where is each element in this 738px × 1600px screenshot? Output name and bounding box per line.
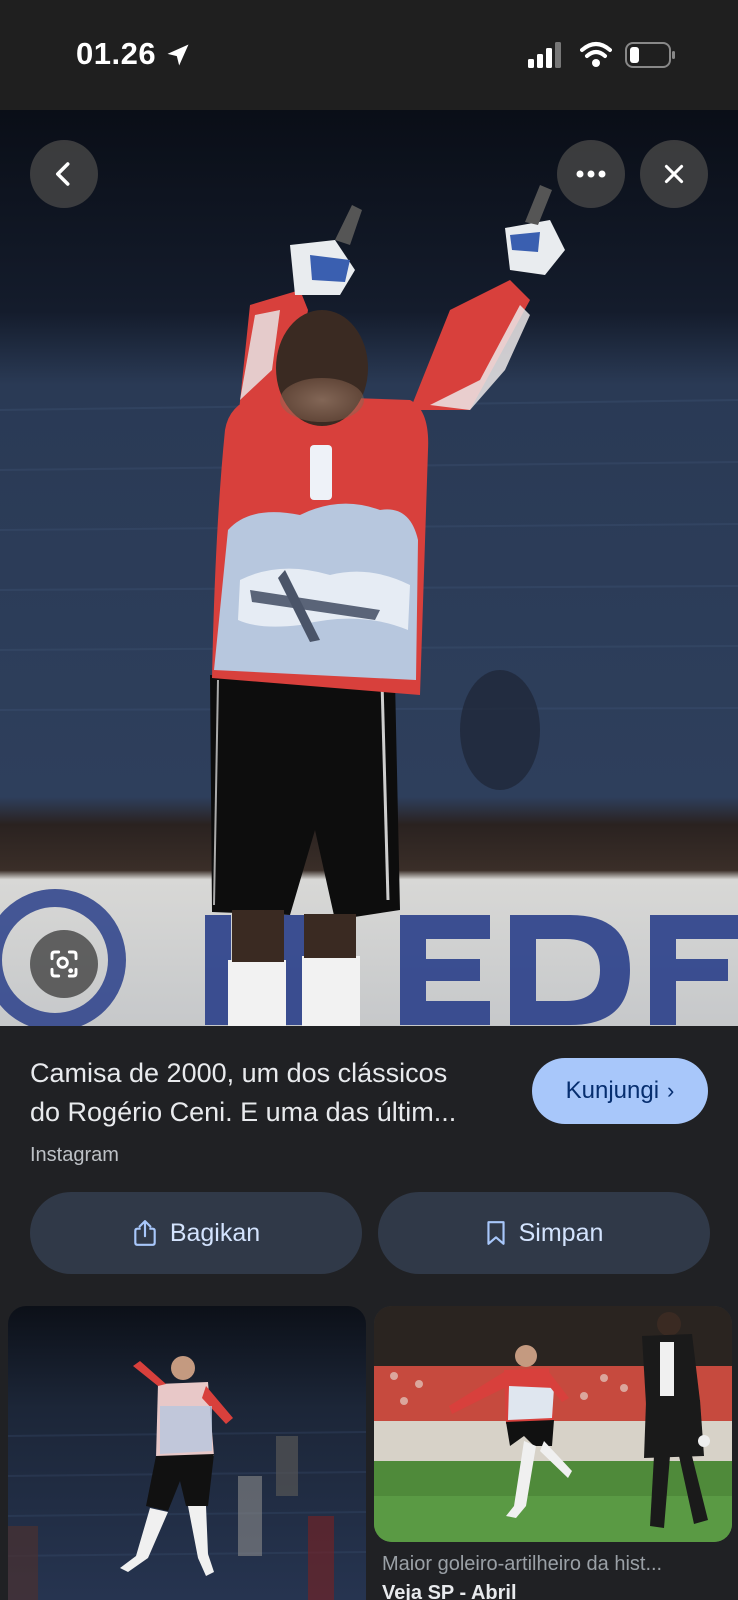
chevron-left-icon	[56, 162, 70, 186]
cellular-signal-icon	[528, 42, 561, 68]
result-caption[interactable]: Camisa de 2000, um dos clássicos do Rogé…	[30, 1054, 520, 1132]
status-bar: 01.26	[0, 0, 738, 110]
bookmark-icon	[486, 1221, 505, 1245]
lens-search-button[interactable]	[30, 930, 98, 998]
save-button[interactable]: Simpan	[378, 1192, 710, 1274]
chevron-right-icon: ›	[667, 1078, 675, 1103]
back-button[interactable]	[30, 140, 98, 208]
related-image-2-title[interactable]: Maior goleiro-artilheiro da hist...	[382, 1553, 722, 1576]
visit-label: Kunjungi	[565, 1077, 660, 1104]
related-image-1[interactable]	[8, 1306, 366, 1600]
related-image-2-source: Veja SP - Abril	[382, 1582, 517, 1600]
lens-icon	[50, 950, 78, 978]
more-horizontal-icon	[576, 170, 606, 178]
related-image-2[interactable]	[374, 1306, 732, 1542]
share-button[interactable]: Bagikan	[30, 1192, 362, 1274]
caption-line-1: Camisa de 2000, um dos clássicos	[30, 1058, 448, 1088]
wifi-icon	[580, 42, 612, 67]
status-time: 01.26	[76, 36, 157, 71]
hero-image[interactable]	[0, 110, 738, 1026]
share-icon	[134, 1220, 156, 1246]
visit-button[interactable]: Kunjungi ›	[532, 1058, 708, 1124]
save-label: Simpan	[518, 1218, 604, 1247]
battery-icon	[625, 42, 675, 68]
close-icon	[664, 164, 684, 184]
caption-line-2: do Rogério Ceni. E uma das últim...	[30, 1097, 457, 1127]
share-label: Bagikan	[169, 1218, 261, 1247]
result-source: Instagram	[30, 1144, 119, 1166]
close-button[interactable]	[640, 140, 708, 208]
location-arrow-icon	[167, 44, 189, 66]
more-options-button[interactable]	[557, 140, 625, 208]
